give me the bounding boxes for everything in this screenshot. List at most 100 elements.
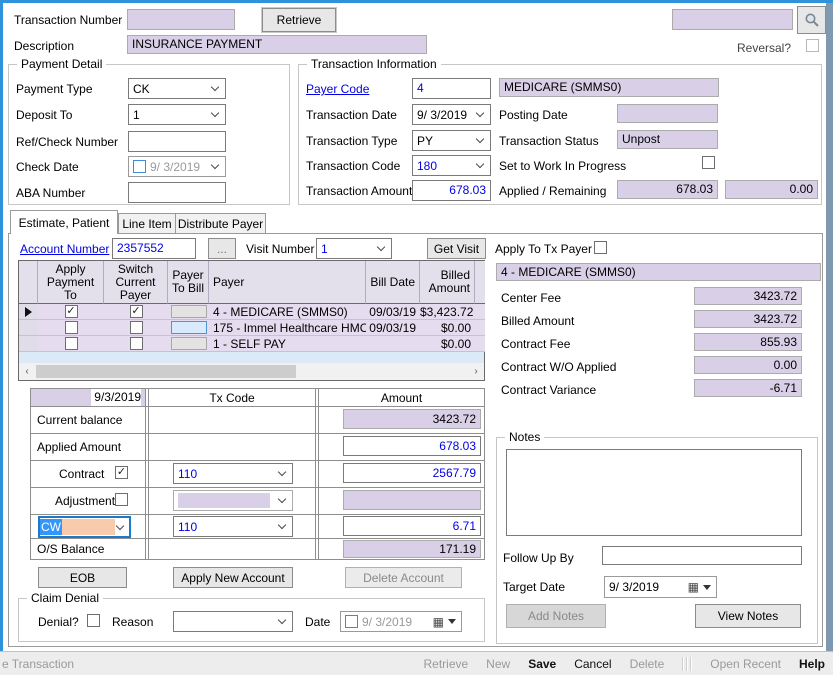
target-date-picker[interactable]: 9/ 3/2019 (604, 576, 717, 598)
eob-button[interactable]: EOB (38, 567, 127, 588)
denial-checkbox[interactable] (87, 614, 100, 627)
work-in-progress-checkbox[interactable] (702, 156, 715, 169)
aba-number-input[interactable] (128, 182, 226, 203)
get-visit-button[interactable]: Get Visit (427, 238, 486, 259)
chevron-down-icon (211, 109, 219, 117)
retrieve-button[interactable]: Retrieve (262, 8, 336, 32)
remaining-field: 0.00 (725, 180, 818, 199)
notes-title: Notes (505, 430, 544, 444)
target-date-label: Target Date (503, 580, 565, 594)
deposit-to-select[interactable]: 1 (128, 104, 226, 125)
payer-code-link[interactable]: Payer Code (306, 82, 369, 96)
payer-to-bill-cell[interactable] (171, 321, 207, 334)
bill-date-cell: 09/03/19 (366, 305, 420, 319)
apply-payment-checkbox[interactable] (65, 321, 78, 334)
window-right-border (826, 3, 833, 651)
table-row[interactable]: 1 - SELF PAY $0.00 (38, 336, 485, 352)
aba-number-label: ABA Number (16, 186, 85, 200)
transaction-date-label: Transaction Date (306, 108, 397, 122)
follow-up-by-input[interactable] (602, 546, 802, 565)
contract-amount-input[interactable]: 2567.79 (343, 463, 481, 483)
switch-payer-checkbox[interactable] (130, 337, 143, 350)
follow-up-by-label: Follow Up By (503, 551, 574, 565)
row-selector[interactable] (19, 336, 38, 352)
row-selector[interactable] (19, 304, 38, 320)
notes-textarea[interactable] (506, 449, 802, 536)
view-notes-button[interactable]: View Notes (695, 604, 801, 628)
col-label: Apply Payment To (43, 263, 99, 302)
adjustment-tx-fill (178, 493, 270, 508)
payer-cell: 175 - Immel Healthcare HMO (209, 321, 366, 335)
transaction-type-select[interactable]: PY (412, 130, 491, 151)
chevron-down-icon (211, 83, 219, 91)
payer-code-input[interactable]: 4 (412, 78, 491, 99)
writeoff-tx-code-value: 110 (178, 520, 197, 534)
status-save-button[interactable]: Save (528, 657, 556, 671)
window-top-border (0, 0, 833, 3)
scroll-left-icon[interactable]: ‹ (19, 366, 35, 377)
applied-amount-input[interactable]: 678.03 (343, 436, 481, 456)
claim-denial-title: Claim Denial (27, 591, 103, 605)
payer-to-bill-cell[interactable] (171, 305, 207, 318)
apply-payment-checkbox[interactable] (65, 305, 78, 318)
table-row[interactable]: 4 - MEDICARE (SMMS0) 09/03/19 $3,423.72 (38, 304, 485, 320)
payment-type-select[interactable]: CK (128, 78, 226, 99)
account-browse-button[interactable]: ... (208, 238, 236, 259)
writeoff-tx-code-select[interactable]: 110 (173, 516, 293, 537)
apply-new-account-button[interactable]: Apply New Account (173, 567, 293, 588)
visit-number-select[interactable]: 1 (316, 238, 392, 259)
chevron-down-icon (476, 135, 484, 143)
writeoff-selection-fill: CW (40, 519, 115, 535)
transaction-date-select[interactable]: 9/ 3/2019 (412, 104, 491, 125)
contract-fee-field: 855.93 (694, 333, 802, 351)
check-date-picker[interactable]: 9/ 3/2019 (128, 156, 226, 177)
denial-reason-label: Reason (112, 615, 153, 629)
tab-line-item[interactable]: Line Item (118, 213, 176, 234)
table-row[interactable]: 175 - Immel Healthcare HMO 09/03/19 $0.0… (38, 320, 485, 336)
transaction-status-field: Unpost (617, 130, 718, 149)
chevron-down-icon (278, 495, 286, 503)
status-help-button[interactable]: Help (799, 657, 825, 671)
payment-detail-title: Payment Detail (17, 57, 106, 71)
apply-to-tx-payer-checkbox[interactable] (594, 241, 607, 254)
contract-checkbox[interactable] (115, 466, 128, 479)
account-number-link[interactable]: Account Number (20, 242, 109, 256)
tab-distribute-payer[interactable]: Distribute Payer (176, 213, 266, 234)
payer-to-bill-cell[interactable] (171, 337, 207, 350)
check-date-checkbox[interactable] (133, 160, 146, 173)
writeoff-type-combobox[interactable]: CW (38, 516, 131, 538)
account-number-label[interactable]: Account Number (20, 242, 109, 256)
contract-tx-code-select[interactable]: 110 (173, 463, 293, 484)
description-label: Description (14, 39, 74, 53)
scrollbar-thumb[interactable] (36, 365, 296, 378)
transaction-code-select[interactable]: 180 (412, 155, 491, 176)
account-number-input[interactable]: 2357552 (112, 238, 196, 259)
status-cancel-button[interactable]: Cancel (574, 657, 611, 671)
transaction-amount-input[interactable]: 678.03 (412, 180, 491, 201)
denial-date-picker[interactable]: 9/ 3/2019 (340, 611, 462, 632)
payer-summary-header: 4 - MEDICARE (SMMS0) (496, 263, 821, 281)
horizontal-scrollbar[interactable]: ‹ › (19, 363, 484, 380)
denial-reason-select[interactable] (173, 611, 293, 632)
apply-payment-checkbox[interactable] (65, 337, 78, 350)
payer-cell: 4 - MEDICARE (SMMS0) (209, 305, 366, 319)
denial-date-checkbox[interactable] (345, 615, 358, 628)
tab-estimate-patient[interactable]: Estimate, Patient (10, 210, 118, 234)
scroll-right-icon[interactable]: › (468, 366, 484, 377)
adjustment-tx-code-select[interactable] (173, 490, 293, 511)
payer-code-label[interactable]: Payer Code (306, 82, 369, 96)
delete-account-button: Delete Account (345, 567, 462, 588)
dropdown-arrow-icon (448, 619, 456, 624)
status-separator (682, 657, 692, 671)
writeoff-amount-input[interactable]: 6.71 (343, 516, 481, 536)
bill-date-cell: 09/03/19 (366, 321, 420, 335)
reversal-checkbox[interactable] (806, 39, 819, 52)
row-selector[interactable] (19, 320, 38, 336)
grid-date-header: 9/3/2019 (31, 389, 145, 406)
status-open-recent-button: Open Recent (710, 657, 781, 671)
ref-check-number-input[interactable] (128, 131, 226, 152)
search-button[interactable] (797, 6, 826, 34)
switch-payer-checkbox[interactable] (130, 305, 143, 318)
switch-payer-checkbox[interactable] (130, 321, 143, 334)
adjustment-checkbox[interactable] (115, 493, 128, 506)
